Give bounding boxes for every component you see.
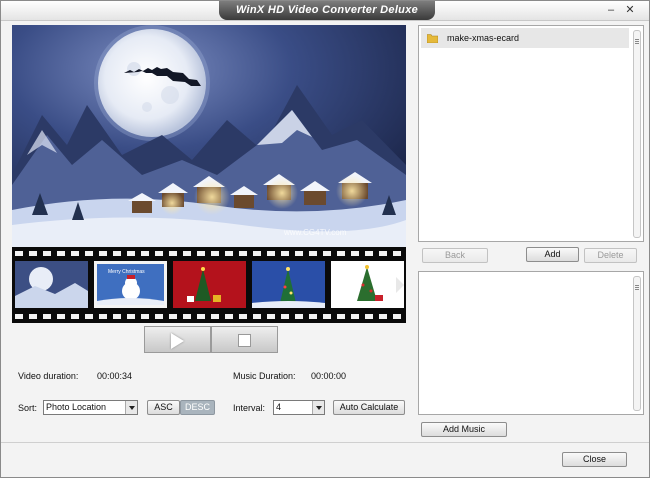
sort-asc-button[interactable]: ASC [147, 400, 180, 415]
music-list-scrollbar[interactable] [633, 276, 641, 411]
auto-calculate-button[interactable]: Auto Calculate [333, 400, 405, 415]
stop-button[interactable] [211, 326, 278, 353]
christmas-night-scene-image: www.CG4TV.com [12, 25, 406, 247]
list-item[interactable]: make-xmas-ecard [421, 28, 629, 48]
thumbnail-blue-christmas-tree[interactable] [252, 261, 325, 308]
thumbnail-merry-christmas[interactable]: Merry Christmas [94, 261, 167, 308]
svg-text:Merry Christmas: Merry Christmas [108, 269, 145, 275]
sort-selected-value: Photo Location [46, 402, 107, 412]
play-button[interactable] [144, 326, 211, 353]
thumbnail-white-christmas-tree[interactable] [331, 261, 404, 308]
thumbnail-moon-scene[interactable] [15, 261, 88, 308]
video-preview: www.CG4TV.com [12, 25, 406, 247]
stop-icon [238, 334, 251, 347]
file-name: make-xmas-ecard [447, 33, 520, 43]
back-button[interactable]: Back [422, 248, 488, 263]
interval-select[interactable]: 4 [273, 400, 325, 415]
file-list-scrollbar[interactable] [633, 30, 641, 238]
music-duration-label: Music Duration: [233, 371, 296, 381]
chevron-down-icon [125, 401, 137, 414]
interval-label: Interval: [233, 403, 266, 413]
playback-controls [144, 326, 278, 353]
filmstrip-frames: Merry Christmas [12, 261, 406, 309]
add-button[interactable]: Add [526, 247, 579, 262]
filmstrip-next-arrow-icon[interactable] [396, 277, 404, 293]
video-duration-value: 00:00:34 [97, 371, 133, 381]
footer-divider [1, 442, 649, 443]
sort-label: Sort: [18, 403, 38, 413]
close-window-button[interactable]: ✕ [623, 3, 637, 17]
minimize-button[interactable]: – [604, 3, 618, 17]
app-window: WinX HD Video Converter Deluxe – ✕ www.C… [0, 0, 650, 478]
folder-icon [427, 34, 438, 43]
add-music-button[interactable]: Add Music [421, 422, 507, 437]
video-duration-label: Video duration: [18, 371, 79, 381]
music-duration-value: 00:00:00 [311, 371, 347, 381]
file-list-panel: make-xmas-ecard [418, 25, 644, 242]
thumbnail-red-christmas-tree[interactable] [173, 261, 246, 308]
title-bar: WinX HD Video Converter Deluxe – ✕ [1, 1, 649, 21]
sprocket-row-bottom [12, 313, 406, 321]
play-icon [171, 333, 184, 349]
chevron-down-icon [312, 401, 324, 414]
sprocket-row-top [12, 250, 406, 258]
sort-desc-button[interactable]: DESC [180, 400, 215, 415]
delete-button[interactable]: Delete [584, 248, 637, 263]
close-button[interactable]: Close [562, 452, 627, 467]
watermark-text: www.CG4TV.com [283, 228, 347, 237]
interval-selected-value: 4 [276, 402, 282, 412]
window-title: WinX HD Video Converter Deluxe [219, 1, 435, 20]
music-list-panel [418, 271, 644, 415]
filmstrip: Merry Christmas [12, 247, 406, 323]
sort-select[interactable]: Photo Location [43, 400, 138, 415]
